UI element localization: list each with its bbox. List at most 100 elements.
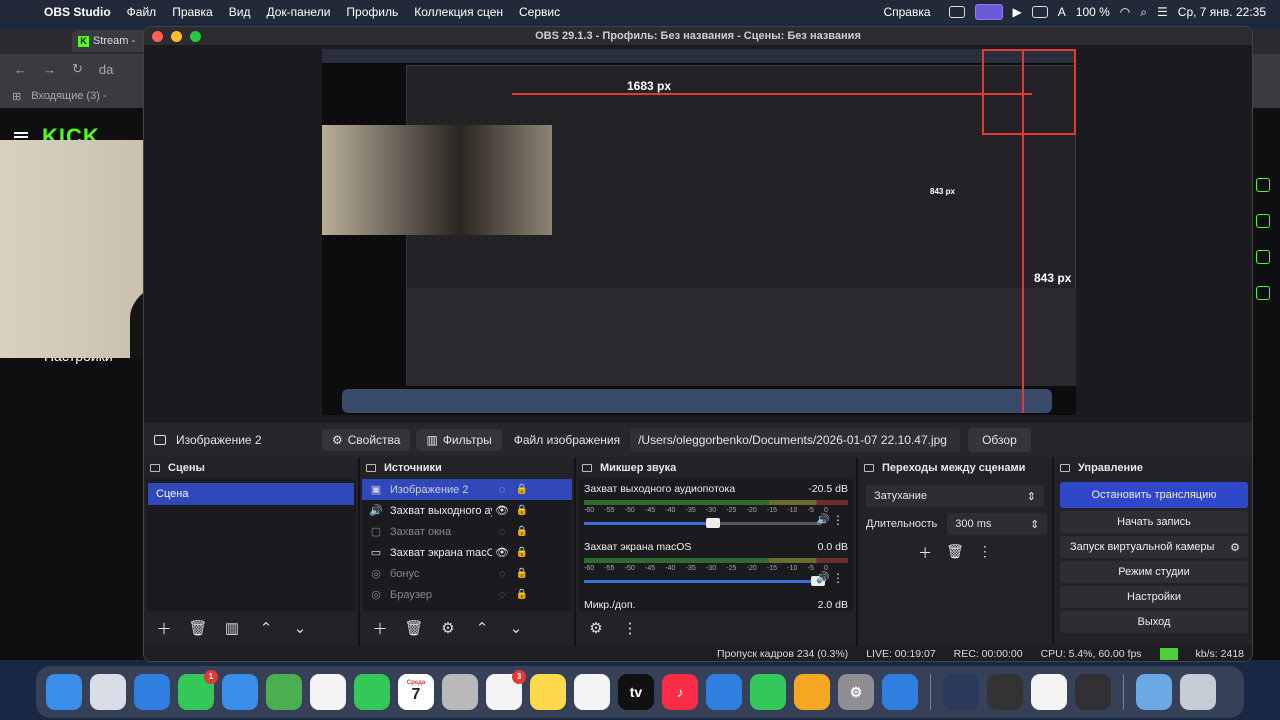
add-icon[interactable]: ＋ <box>918 543 932 563</box>
move-down-icon[interactable]: ⌄ <box>290 619 310 637</box>
apple-tv-icon[interactable]: tv <box>618 674 654 710</box>
play-circle-icon[interactable]: ▶ <box>1013 5 1022 19</box>
lock-icon[interactable]: 🔒 <box>512 547 532 558</box>
menubar-clock[interactable]: Ср, 7 янв. 22:35 <box>1178 5 1266 19</box>
maps-icon[interactable] <box>266 674 302 710</box>
keynote-icon[interactable] <box>706 674 742 710</box>
move-down-icon[interactable]: ⌄ <box>506 619 526 637</box>
system-settings-icon[interactable]: ⚙ <box>838 674 874 710</box>
source-item[interactable]: 🔊 Захват выходного аудиопотока 👁 🔒 <box>362 500 572 521</box>
move-up-icon[interactable]: ⌃ <box>256 619 276 637</box>
eye-hidden-icon[interactable]: ◌ <box>492 589 512 601</box>
lock-icon[interactable]: 🔒 <box>512 505 532 516</box>
piano-icon[interactable] <box>987 674 1023 710</box>
photos-icon[interactable] <box>310 674 346 710</box>
preview-area[interactable]: 1683 px 843 px 843 px <box>144 45 1252 423</box>
lock-icon[interactable]: 🔒 <box>512 526 532 537</box>
side-icon[interactable] <box>1256 250 1270 264</box>
notes-icon[interactable] <box>530 674 566 710</box>
start-record-button[interactable]: Начать запись <box>1060 511 1248 533</box>
exit-button[interactable]: Выход <box>1060 611 1248 633</box>
menu-docks[interactable]: Док-панели <box>258 5 338 19</box>
obs-icon[interactable] <box>1075 674 1111 710</box>
stop-stream-button[interactable]: Остановить трансляцию <box>1060 482 1248 508</box>
lock-icon[interactable]: 🔒 <box>512 568 532 579</box>
eye-hidden-icon[interactable]: ◌ <box>492 526 512 538</box>
status-tray-icon[interactable] <box>948 6 965 18</box>
studio-mode-button[interactable]: Режим студии <box>1060 561 1248 583</box>
properties-button[interactable]: ⚙ Свойства <box>322 429 411 451</box>
eye-hidden-icon[interactable]: ◌ <box>492 484 512 496</box>
trash-icon[interactable]: 🗑 <box>188 619 208 637</box>
menu-edit[interactable]: Правка <box>164 5 221 19</box>
volume-slider[interactable] <box>584 575 848 587</box>
gear-icon[interactable]: ⚙ <box>1230 541 1240 554</box>
trash-icon[interactable] <box>1180 674 1216 710</box>
lock-icon[interactable]: 🔒 <box>512 484 532 495</box>
menu-app-name[interactable]: OBS Studio <box>36 5 119 19</box>
menu-tools[interactable]: Сервис <box>511 5 568 19</box>
preview-canvas[interactable]: 1683 px 843 px 843 px <box>322 49 1076 415</box>
search-icon[interactable]: ⌕ <box>1140 5 1147 20</box>
apps-grid-icon[interactable]: ⊞ <box>12 90 21 103</box>
eye-icon[interactable]: 👁 <box>492 504 512 517</box>
downloads-folder-icon[interactable] <box>1136 674 1172 710</box>
kebab-menu-icon[interactable]: ⋮ <box>832 513 844 527</box>
chevron-updown-icon[interactable]: ⇕ <box>1030 518 1039 531</box>
filters-icon[interactable]: ▥ <box>222 619 242 637</box>
volume-knob[interactable] <box>705 517 720 528</box>
speaker-icon[interactable]: 🔊 <box>816 513 830 526</box>
duration-spinbox[interactable]: 300 ms ⇕ <box>947 513 1048 535</box>
volume-track[interactable] <box>584 517 818 528</box>
calendar-icon[interactable]: Среда 7 <box>398 674 434 710</box>
side-icon[interactable] <box>1256 178 1270 192</box>
menu-file[interactable]: Файл <box>119 5 165 19</box>
messages-icon[interactable]: 1 <box>178 670 218 710</box>
source-item[interactable]: ◎ Браузер ◌ 🔒 <box>362 584 572 605</box>
side-icon[interactable] <box>1256 286 1270 300</box>
eye-icon[interactable]: 👁 <box>492 546 512 559</box>
transition-select[interactable]: Затухание ⇕ <box>866 485 1044 507</box>
image-file-path-field[interactable]: /Users/oleggorbenko/Documents/2026-01-07… <box>630 428 961 452</box>
reminders-icon[interactable]: 3 <box>486 670 526 710</box>
filters-button[interactable]: ▥ Фильтры <box>416 429 502 451</box>
add-icon[interactable]: ＋ <box>154 618 174 639</box>
eye-hidden-icon[interactable]: ◌ <box>492 568 512 580</box>
menu-scene-collection[interactable]: Коллекция сцен <box>406 5 511 19</box>
input-source-icon[interactable]: A <box>1058 5 1066 19</box>
app-store-icon[interactable] <box>882 674 918 710</box>
speaker-icon[interactable]: 🔊 <box>816 571 830 584</box>
url-text[interactable]: da <box>99 62 113 77</box>
menu-profile[interactable]: Профиль <box>338 5 406 19</box>
advanced-audio-icon[interactable]: ⚙ <box>586 619 606 637</box>
add-icon[interactable]: ＋ <box>370 618 390 639</box>
browse-button[interactable]: Обзор <box>968 428 1031 452</box>
source-item[interactable]: ▢ Захват окна ◌ 🔒 <box>362 521 572 542</box>
lock-icon[interactable]: 🔒 <box>512 589 532 600</box>
kebab-menu-icon[interactable]: ⋮ <box>978 543 992 563</box>
screen-share-icon[interactable] <box>974 4 1003 20</box>
facetime-icon[interactable] <box>354 674 390 710</box>
trash-icon[interactable]: 🗑 <box>404 619 424 637</box>
reload-icon[interactable]: ↻ <box>72 61 83 77</box>
menu-help[interactable]: Справка <box>875 5 938 19</box>
settings-button[interactable]: Настройки <box>1060 586 1248 608</box>
battery-percent[interactable]: 100 % <box>1076 5 1110 19</box>
virtual-camera-button[interactable]: Запуск виртуальной камеры ⚙ <box>1060 536 1248 558</box>
pages-icon[interactable] <box>794 674 830 710</box>
scene-item[interactable]: Сцена <box>148 483 354 505</box>
forward-icon[interactable]: → <box>43 62 56 77</box>
display-icon[interactable] <box>1031 6 1048 18</box>
gear-icon[interactable]: ⚙ <box>438 619 458 637</box>
browser-tab[interactable]: K Stream - <box>72 30 152 52</box>
mail-icon[interactable] <box>222 674 258 710</box>
source-item[interactable]: ▭ Захват экрана macOS 👁 🔒 <box>362 542 572 563</box>
kebab-menu-icon[interactable]: ⋮ <box>620 619 640 637</box>
launchpad-icon[interactable] <box>90 674 126 710</box>
numbers-icon[interactable] <box>750 674 786 710</box>
volume-slider[interactable] <box>584 517 848 529</box>
contacts-icon[interactable] <box>442 674 478 710</box>
chrome-icon[interactable] <box>1031 674 1067 710</box>
safari-icon[interactable] <box>134 674 170 710</box>
control-center-icon[interactable]: ☰ <box>1157 5 1168 19</box>
